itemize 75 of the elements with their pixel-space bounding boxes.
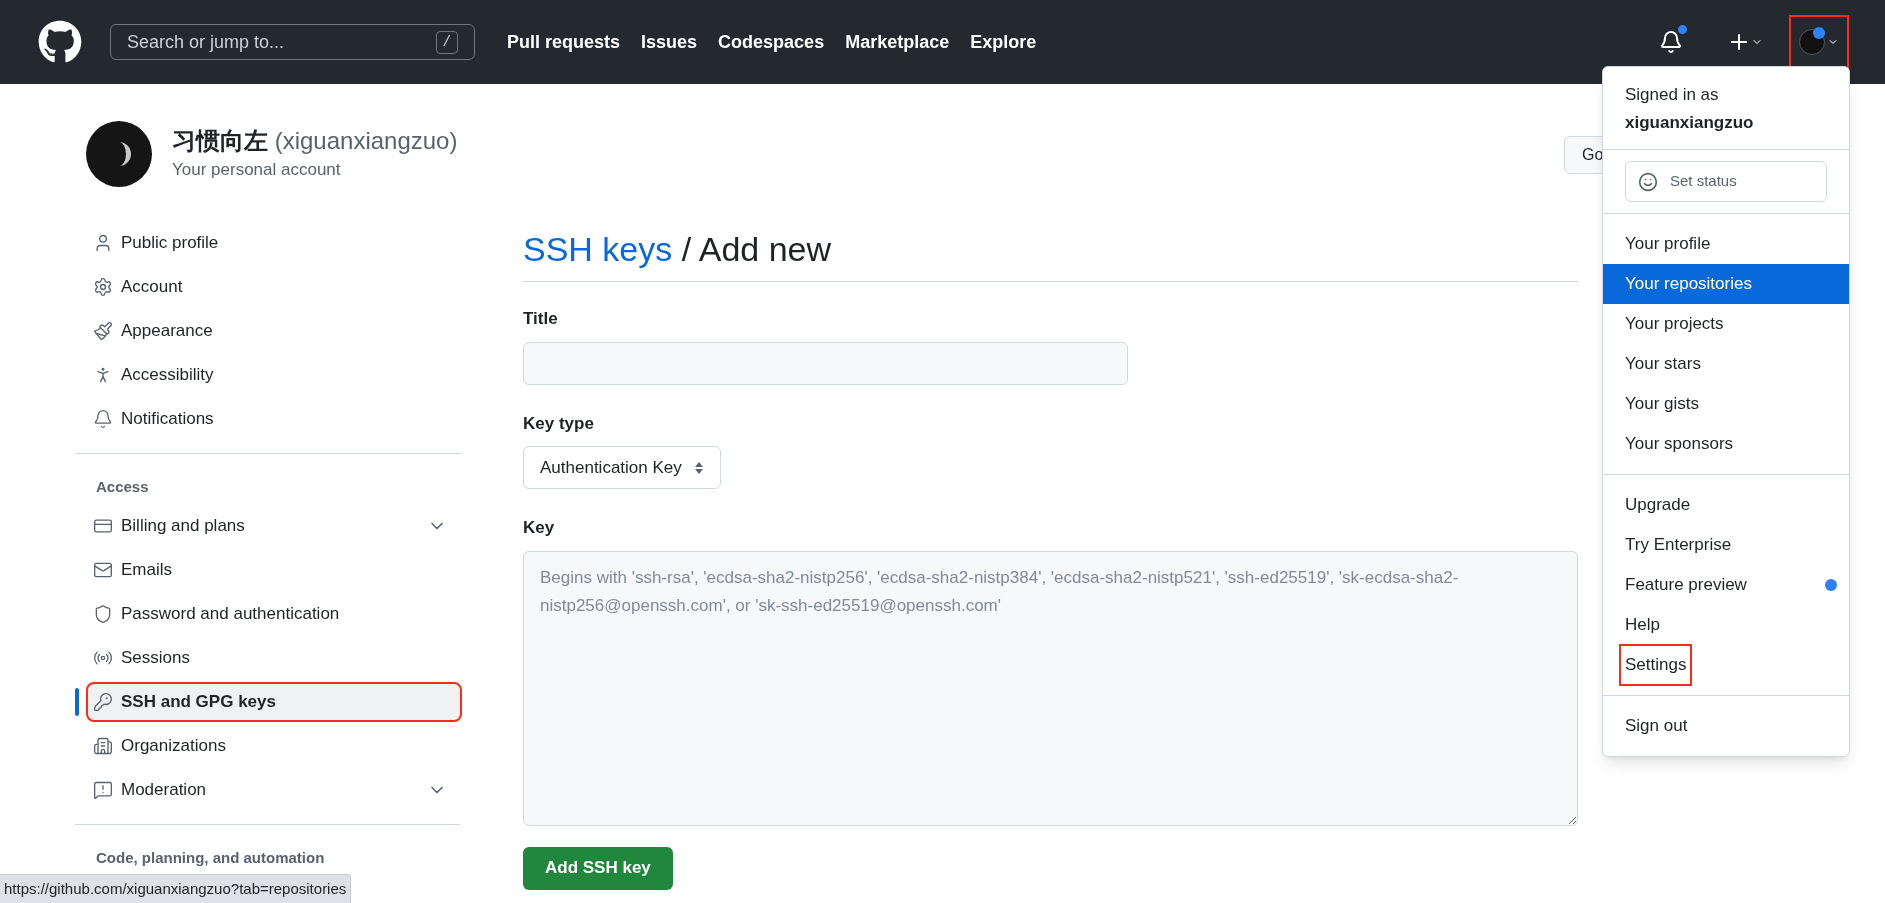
title-input[interactable] [523,341,1128,385]
sidebar-item[interactable]: Accessibility [88,357,460,393]
menu-item-label: Your stars [1625,353,1701,376]
bell-icon[interactable] [1659,30,1683,54]
up-down-caret-icon [693,460,704,475]
menu-item[interactable]: Your sponsors [1603,424,1849,464]
account-name: 习惯向左 [172,127,268,155]
menu-item-label: Your repositories [1625,273,1752,296]
menu-item[interactable]: Settings [1603,645,1849,685]
account-handle: (xiguanxiangzuo) [274,127,458,155]
menu-item-label: Help [1625,614,1660,637]
sidebar-item[interactable]: Account [88,269,460,305]
search-field[interactable]: Search or jump to... / [110,24,475,60]
key-type-select[interactable]: Authentication Key [523,446,721,489]
sidebar-item[interactable]: Password and authentication [88,596,460,632]
paintbrush-icon [93,321,113,341]
nav-link[interactable]: Marketplace [845,28,950,56]
smiley-icon [1638,171,1658,192]
breadcrumb-link[interactable]: SSH keys [523,230,673,268]
account-subtitle: Your personal account [172,159,342,182]
sidebar-item[interactable]: Organizations [88,728,460,764]
section-heading: Access [95,477,150,497]
nav-link[interactable]: Explore [970,28,1037,56]
avatar [86,121,152,187]
menu-item[interactable]: Your projects [1603,304,1849,344]
menu-item-label: Settings [1621,646,1691,684]
shield-icon [93,604,113,624]
add-ssh-key-button[interactable]: Add SSH key [523,846,673,890]
field-label: Key type [523,412,595,435]
set-status-button[interactable]: Set status [1625,161,1827,202]
key-textarea[interactable]: Begins with 'ssh-rsa', 'ecdsa-sha2-nistp256', 'ecdsa-sha2-nistp384', 'ecdsa-sha2-nistp521', 'ssh-ed25519', 'sk-ecdsa-sha2-nistp256@openssh.com', or 'sk-ssh-ed25519@openssh.com' [523,550,1578,826]
menu-item[interactable]: Your gists [1603,384,1849,424]
menu-item-label: Try Enterprise [1625,534,1732,557]
building-icon [93,736,113,756]
status-bar-url: https://github.com/xiguanxiangzuo?tab=repositories [0,874,352,903]
field-label: Key [523,517,556,539]
menu-item-label: Your gists [1625,393,1700,416]
menu-item[interactable]: Upgrade [1603,485,1849,525]
page-title: / Add new [681,230,832,268]
logo-icon[interactable] [38,20,82,64]
key-icon [93,692,113,712]
envelope-icon [93,560,113,580]
sidebar-item[interactable]: Appearance [88,313,460,349]
avatar-menu-button[interactable] [1791,17,1847,67]
sidebar-item[interactable]: SSH and GPG keys [88,684,460,720]
signed-in-label: Signed in as [1625,84,1720,106]
menu-item[interactable]: Your stars [1603,344,1849,384]
menu-item-label: Your projects [1625,313,1724,336]
speech-bubble-icon [93,780,113,800]
nav-link[interactable]: Issues [641,28,698,56]
nav-link[interactable]: Pull requests [507,28,621,56]
sign-out-item[interactable]: Sign out [1603,706,1849,746]
gear-icon [93,277,113,297]
sidebar-item[interactable]: Billing and plans [88,508,460,544]
menu-item[interactable]: Your repositories [1603,264,1849,304]
menu-item[interactable]: Feature preview [1603,565,1849,605]
username: xiguanxiangzuo [1625,112,1755,134]
shortcut-key: / [435,30,458,54]
menu-item[interactable]: Your profile [1603,224,1849,264]
menu-item-label: Your sponsors [1625,433,1734,456]
bell-icon [93,409,113,429]
selection-marker [75,688,79,716]
field-label: Title [523,308,559,330]
sidebar-item[interactable]: Sessions [88,640,460,676]
menu-item-label: Your profile [1625,233,1711,256]
menu-item-label: Feature preview [1625,574,1747,597]
menu-item[interactable]: Try Enterprise [1603,525,1849,565]
menu-item[interactable]: Help [1603,605,1849,645]
section-heading: Code, planning, and automation [95,848,326,868]
nav-link[interactable]: Codespaces [718,28,825,56]
sidebar-item[interactable]: Public profile [88,225,460,261]
menu-item-label: Upgrade [1625,494,1691,517]
sidebar-item[interactable]: Moderation [88,772,460,808]
sidebar-item[interactable]: Emails [88,552,460,588]
sidebar-item[interactable]: Notifications [88,401,460,437]
